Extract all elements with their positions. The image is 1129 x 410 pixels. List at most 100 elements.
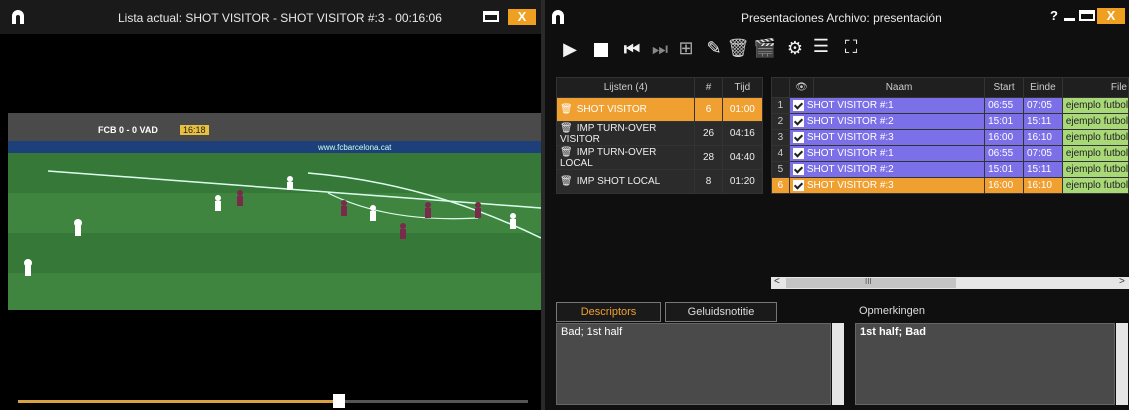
match-clock: 16:18 [180,125,209,135]
fullscreen-icon[interactable]: ⛶ [838,37,864,58]
list-time: 01:00 [721,97,764,122]
clip-start: 16:00 [984,177,1024,194]
close-button[interactable]: X [1097,8,1125,24]
clip-file: ejemplo futbol . [1061,145,1129,162]
clip-name: SHOT VISITOR #:3 [806,132,894,144]
app-logo-icon [12,10,24,24]
presentations-title: Presentaciones Archivo: presentación [741,11,942,25]
list-count: 8 [694,169,723,194]
ad-board-text: www.fcbarcelona.cat [318,143,392,152]
clip-file: ejemplo futbol [1061,177,1129,194]
list-row[interactable]: 🗑 SHOT VISITOR 6 01:00 [555,97,764,122]
list-time: 01:20 [721,169,764,194]
draw-icon[interactable]: ✎ [701,38,727,59]
clip-file: ejemplo futbol . [1061,129,1129,146]
remarks-vscrollbar[interactable] [1116,323,1128,405]
clip-row[interactable]: 5 SHOT VISITOR #:2 15:01 15:11 ejemplo futbo… [771,161,1129,178]
clip-start: 15:01 [984,113,1024,130]
clip-name: SHOT VISITOR #:1 [806,100,894,112]
clips-header-num [771,77,790,98]
list-name-cell: 🗑 IMP SHOT LOCAL [555,169,696,194]
minimize-button[interactable] [1064,18,1075,21]
tab-descriptors[interactable]: Descriptors [556,302,661,322]
list-name-cell: 🗑 SHOT VISITOR [555,97,696,122]
clip-end: 15:11 [1022,113,1063,130]
clip-name-cell: SHOT VISITOR #:2 [788,113,986,130]
soccer-field-image [8,113,541,310]
tab-audio-note[interactable]: Geluidsnotitie [665,302,777,322]
clip-start: 06:55 [984,145,1024,162]
trash-icon[interactable]: 🗑 [560,123,573,134]
list-count: 28 [694,145,723,170]
clip-index: 3 [771,129,790,146]
maximize-button[interactable] [1079,10,1095,21]
close-button[interactable]: X [508,9,536,25]
list-row[interactable]: 🗑 IMP TURN-OVER LOCAL 28 04:40 [555,145,764,170]
trash-icon[interactable]: 🗑 [560,104,573,115]
clip-row[interactable]: 6 SHOT VISITOR #:3 16:00 16:10 ejemplo futbo… [771,177,1129,194]
delete-icon[interactable]: 🗑 [725,38,751,59]
lists-header-name: Lijsten (4) [555,77,696,98]
clip-start: 16:00 [984,129,1024,146]
play-icon[interactable]: ▶ [557,39,583,60]
clip-start: 15:01 [984,161,1024,178]
eye-icon: 👁 [795,82,808,93]
clip-row[interactable]: 2 SHOT VISITOR #:2 15:01 15:11 ejemplo futbo… [771,113,1129,130]
clips-header-end: Einde [1022,77,1063,98]
clip-name: SHOT VISITOR #:2 [806,116,894,128]
maximize-button[interactable] [483,11,499,22]
clip-name: SHOT VISITOR #:2 [806,164,894,176]
clip-name: SHOT VISITOR #:3 [806,180,894,192]
checkbox-icon[interactable] [792,99,804,111]
clip-end: 16:10 [1022,129,1063,146]
remarks-textarea[interactable]: 1st half; Bad [855,323,1115,405]
clip-index: 4 [771,145,790,162]
clip-name-cell: SHOT VISITOR #:1 [788,145,986,162]
clip-file: ejemplo futbol . [1061,161,1129,178]
app-logo-icon [552,10,564,24]
video-frame[interactable]: FCB 0 - 0 VAD 16:18 www.fcbarcelona.cat [8,113,541,310]
scroll-right-arrow[interactable]: > [1119,276,1125,287]
clip-end: 07:05 [1022,145,1063,162]
list-name: IMP SHOT LOCAL [576,176,661,187]
clip-name-cell: SHOT VISITOR #:3 [788,129,986,146]
clip-file: ejemplo futbol . [1061,97,1129,114]
hscroll-grip: III [865,277,872,286]
clip-name-cell: SHOT VISITOR #:2 [788,161,986,178]
checkbox-icon[interactable] [792,147,804,159]
clips-header-name: Naam [812,77,986,98]
scroll-left-arrow[interactable]: < [774,276,780,287]
descriptors-vscrollbar[interactable] [832,323,844,405]
gear-icon[interactable]: ⚙ [782,38,808,59]
clapper-icon[interactable]: 🎬 [752,38,778,59]
trash-icon[interactable]: 🗑 [560,147,573,158]
checkbox-icon[interactable] [792,163,804,175]
next-icon[interactable]: ⏭ [647,39,673,60]
checkbox-icon[interactable] [792,131,804,143]
descriptors-textarea[interactable]: Bad; 1st half [556,323,831,405]
clip-name: SHOT VISITOR #:1 [806,148,894,160]
help-button[interactable]: ? [1050,8,1058,23]
list-time: 04:40 [721,145,764,170]
clip-row[interactable]: 1 SHOT VISITOR #:1 06:55 07:05 ejemplo futbo… [771,97,1129,114]
clip-row[interactable]: 3 SHOT VISITOR #:3 16:00 16:10 ejemplo futbo… [771,129,1129,146]
grid-icon[interactable]: ⊞ [673,38,699,59]
scoreboard-text: FCB 0 - 0 VAD [98,125,158,135]
clip-row[interactable]: 4 SHOT VISITOR #:1 06:55 07:05 ejemplo futbo… [771,145,1129,162]
clips-header-start: Start [984,77,1024,98]
stop-icon[interactable] [594,43,608,57]
clip-index: 1 [771,97,790,114]
lists-header-count: # [694,77,723,98]
clips-table: 👁 Naam Start Einde File 1 SHOT VISITOR #:… [771,77,1129,194]
list-name-cell: 🗑 IMP TURN-OVER LOCAL [555,145,696,170]
list-icon[interactable]: ☰ [808,36,834,57]
list-row[interactable]: 🗑 IMP TURN-OVER VISITOR 26 04:16 [555,121,764,146]
trash-icon[interactable]: 🗑 [560,176,573,187]
checkbox-icon[interactable] [792,179,804,191]
checkbox-icon[interactable] [792,115,804,127]
previous-icon[interactable]: ⏮ [619,39,645,60]
seek-handle[interactable] [333,394,346,408]
lists-header-time: Tijd [721,77,764,98]
list-row[interactable]: 🗑 IMP SHOT LOCAL 8 01:20 [555,169,764,194]
clip-name-cell: SHOT VISITOR #:3 [788,177,986,194]
